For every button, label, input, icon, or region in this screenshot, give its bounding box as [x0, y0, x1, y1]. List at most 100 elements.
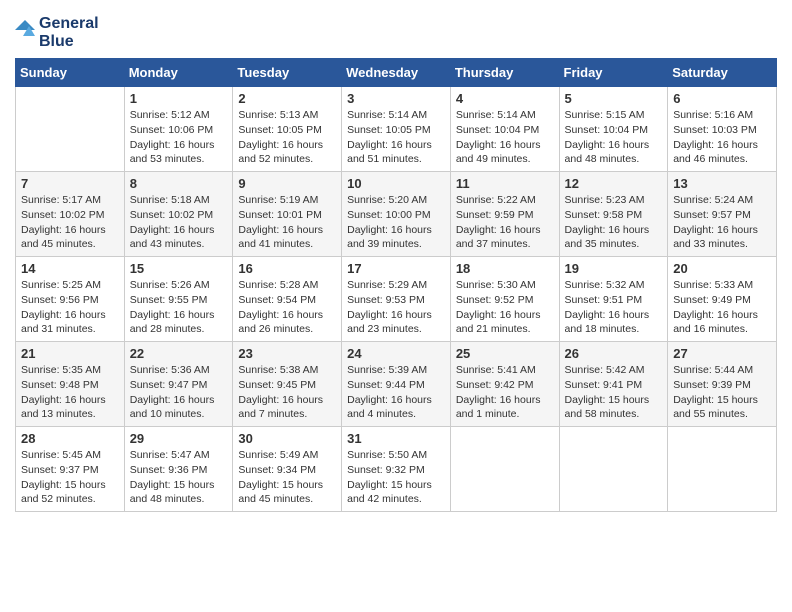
day-info: Sunrise: 5:45 AMSunset: 9:37 PMDaylight:… [21, 448, 119, 507]
calendar-week-row: 14 Sunrise: 5:25 AMSunset: 9:56 PMDayligh… [16, 257, 777, 342]
day-info: Sunrise: 5:19 AMSunset: 10:01 PMDaylight… [238, 193, 336, 252]
day-info: Sunrise: 5:30 AMSunset: 9:52 PMDaylight:… [456, 278, 554, 337]
table-row: 9 Sunrise: 5:19 AMSunset: 10:01 PMDayligh… [233, 172, 342, 257]
table-row [559, 427, 668, 512]
day-info: Sunrise: 5:44 AMSunset: 9:39 PMDaylight:… [673, 363, 771, 422]
calendar-week-row: 7 Sunrise: 5:17 AMSunset: 10:02 PMDayligh… [16, 172, 777, 257]
day-info: Sunrise: 5:49 AMSunset: 9:34 PMDaylight:… [238, 448, 336, 507]
day-info: Sunrise: 5:50 AMSunset: 9:32 PMDaylight:… [347, 448, 445, 507]
day-info: Sunrise: 5:38 AMSunset: 9:45 PMDaylight:… [238, 363, 336, 422]
day-number: 28 [21, 431, 119, 446]
table-row: 1 Sunrise: 5:12 AMSunset: 10:06 PMDayligh… [124, 87, 233, 172]
day-number: 31 [347, 431, 445, 446]
table-row [16, 87, 125, 172]
day-number: 25 [456, 346, 554, 361]
calendar-week-row: 28 Sunrise: 5:45 AMSunset: 9:37 PMDayligh… [16, 427, 777, 512]
day-number: 30 [238, 431, 336, 446]
col-tuesday: Tuesday [233, 59, 342, 87]
day-info: Sunrise: 5:39 AMSunset: 9:44 PMDaylight:… [347, 363, 445, 422]
day-info: Sunrise: 5:32 AMSunset: 9:51 PMDaylight:… [565, 278, 663, 337]
day-number: 11 [456, 176, 554, 191]
day-info: Sunrise: 5:23 AMSunset: 9:58 PMDaylight:… [565, 193, 663, 252]
day-info: Sunrise: 5:24 AMSunset: 9:57 PMDaylight:… [673, 193, 771, 252]
table-row [450, 427, 559, 512]
day-info: Sunrise: 5:15 AMSunset: 10:04 PMDaylight… [565, 108, 663, 167]
table-row: 15 Sunrise: 5:26 AMSunset: 9:55 PMDayligh… [124, 257, 233, 342]
table-row: 25Sunrise: 5:41 AMSunset: 9:42 PMDayligh… [450, 342, 559, 427]
table-row: 16Sunrise: 5:28 AMSunset: 9:54 PMDayligh… [233, 257, 342, 342]
table-row: 14 Sunrise: 5:25 AMSunset: 9:56 PMDayligh… [16, 257, 125, 342]
table-row: 5 Sunrise: 5:15 AMSunset: 10:04 PMDayligh… [559, 87, 668, 172]
day-info: Sunrise: 5:29 AMSunset: 9:53 PMDaylight:… [347, 278, 445, 337]
table-row: 23Sunrise: 5:38 AMSunset: 9:45 PMDayligh… [233, 342, 342, 427]
day-number: 6 [673, 91, 771, 106]
day-number: 24 [347, 346, 445, 361]
table-row: 27 Sunrise: 5:44 AMSunset: 9:39 PMDayligh… [668, 342, 777, 427]
table-row: 11Sunrise: 5:22 AMSunset: 9:59 PMDayligh… [450, 172, 559, 257]
table-row: 24 Sunrise: 5:39 AMSunset: 9:44 PMDayligh… [342, 342, 451, 427]
table-row: 28 Sunrise: 5:45 AMSunset: 9:37 PMDayligh… [16, 427, 125, 512]
day-info: Sunrise: 5:36 AMSunset: 9:47 PMDaylight:… [130, 363, 228, 422]
day-info: Sunrise: 5:28 AMSunset: 9:54 PMDaylight:… [238, 278, 336, 337]
logo-text-blue: Blue [39, 33, 99, 51]
day-number: 14 [21, 261, 119, 276]
day-number: 17 [347, 261, 445, 276]
table-row: 3 Sunrise: 5:14 AMSunset: 10:05 PMDayligh… [342, 87, 451, 172]
table-row: 6 Sunrise: 5:16 AMSunset: 10:03 PMDayligh… [668, 87, 777, 172]
day-number: 2 [238, 91, 336, 106]
day-info: Sunrise: 5:16 AMSunset: 10:03 PMDaylight… [673, 108, 771, 167]
day-number: 21 [21, 346, 119, 361]
day-number: 26 [565, 346, 663, 361]
day-number: 4 [456, 91, 554, 106]
day-info: Sunrise: 5:18 AMSunset: 10:02 PMDaylight… [130, 193, 228, 252]
table-row [668, 427, 777, 512]
table-row: 4 Sunrise: 5:14 AMSunset: 10:04 PMDayligh… [450, 87, 559, 172]
table-row: 13Sunrise: 5:24 AMSunset: 9:57 PMDayligh… [668, 172, 777, 257]
table-row: 8 Sunrise: 5:18 AMSunset: 10:02 PMDayligh… [124, 172, 233, 257]
logo: General Blue [15, 15, 99, 50]
col-wednesday: Wednesday [342, 59, 451, 87]
table-row: 31 Sunrise: 5:50 AMSunset: 9:32 PMDayligh… [342, 427, 451, 512]
col-thursday: Thursday [450, 59, 559, 87]
table-row: 22 Sunrise: 5:36 AMSunset: 9:47 PMDayligh… [124, 342, 233, 427]
calendar-week-row: 21 Sunrise: 5:35 AMSunset: 9:48 PMDayligh… [16, 342, 777, 427]
day-info: Sunrise: 5:26 AMSunset: 9:55 PMDaylight:… [130, 278, 228, 337]
day-info: Sunrise: 5:13 AMSunset: 10:05 PMDaylight… [238, 108, 336, 167]
day-number: 15 [130, 261, 228, 276]
day-number: 9 [238, 176, 336, 191]
table-row: 19 Sunrise: 5:32 AMSunset: 9:51 PMDayligh… [559, 257, 668, 342]
day-number: 29 [130, 431, 228, 446]
day-info: Sunrise: 5:25 AMSunset: 9:56 PMDaylight:… [21, 278, 119, 337]
day-number: 19 [565, 261, 663, 276]
day-info: Sunrise: 5:42 AMSunset: 9:41 PMDaylight:… [565, 363, 663, 422]
day-number: 5 [565, 91, 663, 106]
day-info: Sunrise: 5:35 AMSunset: 9:48 PMDaylight:… [21, 363, 119, 422]
day-number: 22 [130, 346, 228, 361]
day-info: Sunrise: 5:14 AMSunset: 10:04 PMDaylight… [456, 108, 554, 167]
table-row: 2 Sunrise: 5:13 AMSunset: 10:05 PMDayligh… [233, 87, 342, 172]
day-info: Sunrise: 5:47 AMSunset: 9:36 PMDaylight:… [130, 448, 228, 507]
day-info: Sunrise: 5:14 AMSunset: 10:05 PMDaylight… [347, 108, 445, 167]
day-number: 20 [673, 261, 771, 276]
day-info: Sunrise: 5:17 AMSunset: 10:02 PMDaylight… [21, 193, 119, 252]
day-number: 3 [347, 91, 445, 106]
day-number: 12 [565, 176, 663, 191]
table-row: 30 Sunrise: 5:49 AMSunset: 9:34 PMDayligh… [233, 427, 342, 512]
col-friday: Friday [559, 59, 668, 87]
page-header: General Blue [15, 15, 777, 50]
day-number: 7 [21, 176, 119, 191]
day-number: 27 [673, 346, 771, 361]
table-row: 21 Sunrise: 5:35 AMSunset: 9:48 PMDayligh… [16, 342, 125, 427]
table-row: 29 Sunrise: 5:47 AMSunset: 9:36 PMDayligh… [124, 427, 233, 512]
day-info: Sunrise: 5:33 AMSunset: 9:49 PMDaylight:… [673, 278, 771, 337]
calendar-table: Sunday Monday Tuesday Wednesday Thursday… [15, 58, 777, 512]
table-row: 26 Sunrise: 5:42 AMSunset: 9:41 PMDayligh… [559, 342, 668, 427]
col-sunday: Sunday [16, 59, 125, 87]
table-row: 10Sunrise: 5:20 AMSunset: 10:00 PMDaylig… [342, 172, 451, 257]
day-number: 8 [130, 176, 228, 191]
table-row: 7 Sunrise: 5:17 AMSunset: 10:02 PMDayligh… [16, 172, 125, 257]
day-number: 1 [130, 91, 228, 106]
logo-bird-icon [15, 18, 35, 48]
table-row: 12 Sunrise: 5:23 AMSunset: 9:58 PMDayligh… [559, 172, 668, 257]
day-info: Sunrise: 5:12 AMSunset: 10:06 PMDaylight… [130, 108, 228, 167]
